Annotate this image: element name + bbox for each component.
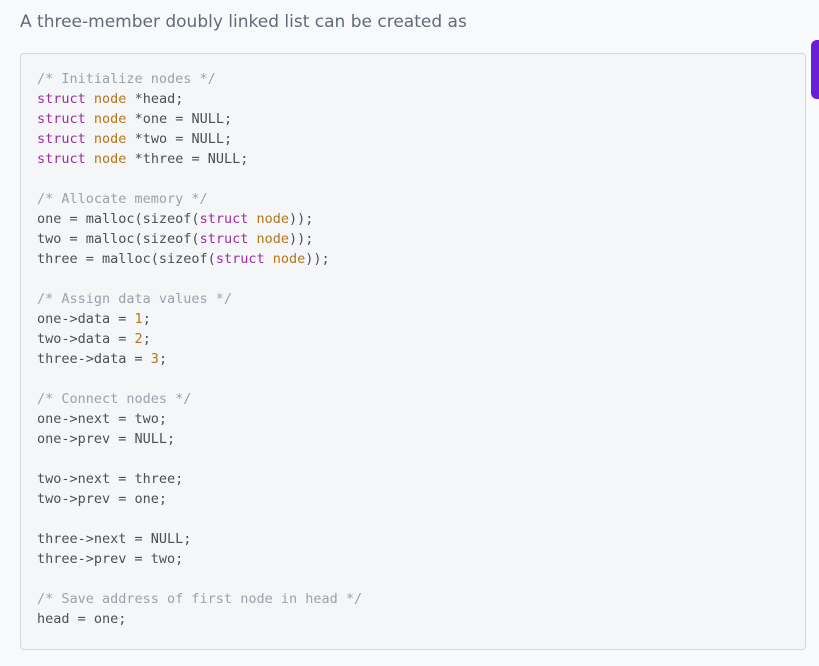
intro-paragraph: A three-member doubly linked list can be… bbox=[20, 12, 467, 32]
code-line: /* Save address of first node in head */ bbox=[37, 589, 362, 609]
code-token-plain: one->prev = NULL; bbox=[37, 431, 176, 447]
code-line: /* Allocate memory */ bbox=[37, 189, 362, 209]
code-line: one->next = two; bbox=[37, 409, 362, 429]
code-token-number: 2 bbox=[134, 331, 143, 347]
code-content: /* Initialize nodes */ struct node *head;… bbox=[37, 69, 362, 629]
code-token-plain: three->prev = two; bbox=[37, 551, 184, 567]
code-token-plain: two->next = three; bbox=[37, 471, 184, 487]
code-token-plain: )); bbox=[289, 231, 314, 247]
code-token-plain: *head; bbox=[126, 91, 184, 107]
code-token-type: node bbox=[93, 151, 127, 167]
code-line: three->data = 3; bbox=[37, 349, 362, 369]
code-line: /* Connect nodes */ bbox=[37, 389, 362, 409]
code-token-plain: )); bbox=[305, 251, 330, 267]
code-token-keyword: struct bbox=[37, 111, 86, 127]
code-line: three->prev = two; bbox=[37, 549, 362, 569]
code-token-keyword: struct bbox=[199, 211, 249, 227]
code-token-comment: /* Save address of first node in head */ bbox=[37, 591, 363, 607]
code-line: two->prev = one; bbox=[37, 489, 362, 509]
code-token-plain: two->data = bbox=[37, 331, 135, 347]
code-line: one->prev = NULL; bbox=[37, 429, 362, 449]
code-line: two = malloc(sizeof(struct node)); bbox=[37, 229, 362, 249]
code-token-keyword: struct bbox=[37, 91, 86, 107]
code-line: struct node *one = NULL; bbox=[37, 109, 362, 129]
code-token-plain: )); bbox=[289, 211, 314, 227]
code-token-plain: two = malloc(sizeof( bbox=[37, 231, 200, 247]
code-token-plain: ; bbox=[158, 351, 168, 367]
code-token-plain: three->data = bbox=[37, 351, 151, 367]
code-line: three = malloc(sizeof(struct node)); bbox=[37, 249, 362, 269]
code-token-plain: *three = NULL; bbox=[126, 151, 249, 167]
code-line: two->next = three; bbox=[37, 469, 362, 489]
code-token-plain: ; bbox=[142, 331, 151, 347]
code-line: struct node *three = NULL; bbox=[37, 149, 362, 169]
code-token-plain: *one = NULL; bbox=[126, 111, 233, 127]
code-token-plain: head = one; bbox=[37, 611, 127, 627]
code-token-plain: three->next = NULL; bbox=[37, 531, 192, 547]
code-token-type: node bbox=[93, 111, 127, 127]
code-block: /* Initialize nodes */ struct node *head;… bbox=[20, 53, 806, 650]
code-token-plain: one = malloc(sizeof( bbox=[37, 211, 200, 227]
code-token-plain: ; bbox=[142, 311, 151, 327]
code-token-type: node bbox=[272, 251, 306, 267]
code-token-comment: /* Connect nodes */ bbox=[37, 391, 192, 407]
code-token-type: node bbox=[256, 211, 289, 227]
code-token-plain: two->prev = one; bbox=[37, 491, 168, 507]
code-line: struct node *two = NULL; bbox=[37, 129, 362, 149]
code-token-comment: /* Initialize nodes */ bbox=[37, 71, 216, 87]
code-line: one = malloc(sizeof(struct node)); bbox=[37, 209, 362, 229]
code-token-plain: one->data = bbox=[37, 311, 135, 327]
code-token-number: 3 bbox=[150, 351, 159, 367]
code-token-type: node bbox=[93, 91, 127, 107]
code-token-keyword: struct bbox=[215, 251, 265, 267]
code-token-number: 1 bbox=[134, 311, 143, 327]
code-token-plain: three = malloc(sizeof( bbox=[37, 251, 216, 267]
code-token-keyword: struct bbox=[37, 151, 86, 167]
code-line: /* Initialize nodes */ bbox=[37, 69, 362, 89]
side-accent-tab[interactable] bbox=[811, 40, 819, 99]
code-line: head = one; bbox=[37, 609, 362, 629]
code-token-type: node bbox=[256, 231, 289, 247]
code-token-keyword: struct bbox=[37, 131, 86, 147]
code-line: three->next = NULL; bbox=[37, 529, 362, 549]
code-line: struct node *head; bbox=[37, 89, 362, 109]
code-token-plain: *two = NULL; bbox=[126, 131, 233, 147]
code-token-comment: /* Assign data values */ bbox=[37, 291, 233, 307]
code-token-type: node bbox=[93, 131, 127, 147]
code-line: /* Assign data values */ bbox=[37, 289, 362, 309]
code-line: two->data = 2; bbox=[37, 329, 362, 349]
code-token-keyword: struct bbox=[199, 231, 249, 247]
code-token-plain: one->next = two; bbox=[37, 411, 168, 427]
code-line: one->data = 1; bbox=[37, 309, 362, 329]
code-token-comment: /* Allocate memory */ bbox=[37, 191, 208, 207]
